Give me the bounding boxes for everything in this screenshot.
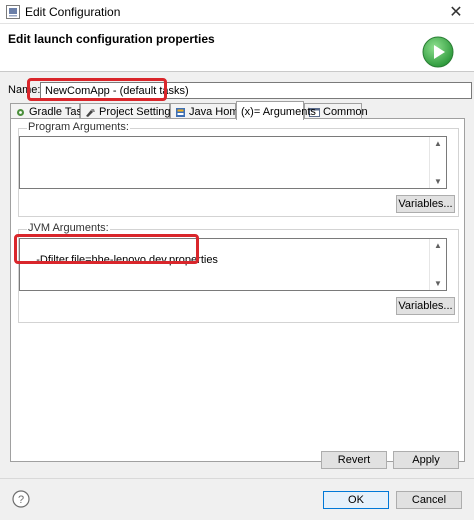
close-button[interactable]: ✕ xyxy=(438,0,474,24)
scroll-up-icon[interactable]: ▲ xyxy=(434,139,442,148)
settings-icon xyxy=(86,108,95,117)
program-arguments-input[interactable]: ▲ ▼ xyxy=(19,136,447,189)
header-title: Edit launch configuration properties xyxy=(8,32,215,46)
scroll-up-icon[interactable]: ▲ xyxy=(434,241,442,250)
help-icon[interactable]: ? xyxy=(12,490,30,508)
close-icon: ✕ xyxy=(449,4,463,21)
tab-project-settings[interactable]: Project Settings xyxy=(80,103,176,119)
eclipse-icon xyxy=(6,5,20,19)
program-arguments-label: Program Arguments: xyxy=(27,121,130,133)
program-variables-button[interactable]: Variables... xyxy=(396,195,455,213)
java-icon xyxy=(176,107,185,117)
dialog-header: Edit launch configuration properties xyxy=(0,24,474,72)
tab-arguments[interactable]: (x)= Arguments xyxy=(236,101,316,120)
cancel-button[interactable]: Cancel xyxy=(396,491,462,509)
window-title: Edit Configuration xyxy=(25,5,121,19)
name-row: Name: xyxy=(8,82,472,99)
arguments-panel: Program Arguments: ▲ ▼ Variables... JVM … xyxy=(10,118,465,462)
run-icon xyxy=(422,36,454,68)
jvm-arguments-scrollbar[interactable]: ▲ ▼ xyxy=(429,239,446,290)
apply-button[interactable]: Apply xyxy=(393,451,459,469)
jvm-arguments-input[interactable]: -Dfilter.file=hhe-lenovo.dev.properties … xyxy=(19,238,447,291)
jvm-arguments-label: JVM Arguments: xyxy=(27,222,110,234)
gradle-icon xyxy=(17,108,24,116)
tab-gradle-tasks[interactable]: Gradle Tasks xyxy=(10,103,93,119)
ok-button[interactable]: OK xyxy=(323,491,389,509)
revert-button[interactable]: Revert xyxy=(321,451,387,469)
scroll-down-icon[interactable]: ▼ xyxy=(434,279,442,288)
name-input[interactable] xyxy=(40,82,472,99)
tab-bar: Gradle Tasks Project Settings Java Home … xyxy=(10,101,470,120)
jvm-variables-button[interactable]: Variables... xyxy=(396,297,455,315)
name-label: Name: xyxy=(8,84,41,96)
program-arguments-scrollbar[interactable]: ▲ ▼ xyxy=(429,137,446,188)
tab-java-home[interactable]: Java Home xyxy=(170,103,245,119)
svg-text:?: ? xyxy=(18,494,24,506)
title-bar: Edit Configuration ✕ xyxy=(0,0,474,24)
scroll-down-icon[interactable]: ▼ xyxy=(434,177,442,186)
footer-separator xyxy=(0,478,474,479)
